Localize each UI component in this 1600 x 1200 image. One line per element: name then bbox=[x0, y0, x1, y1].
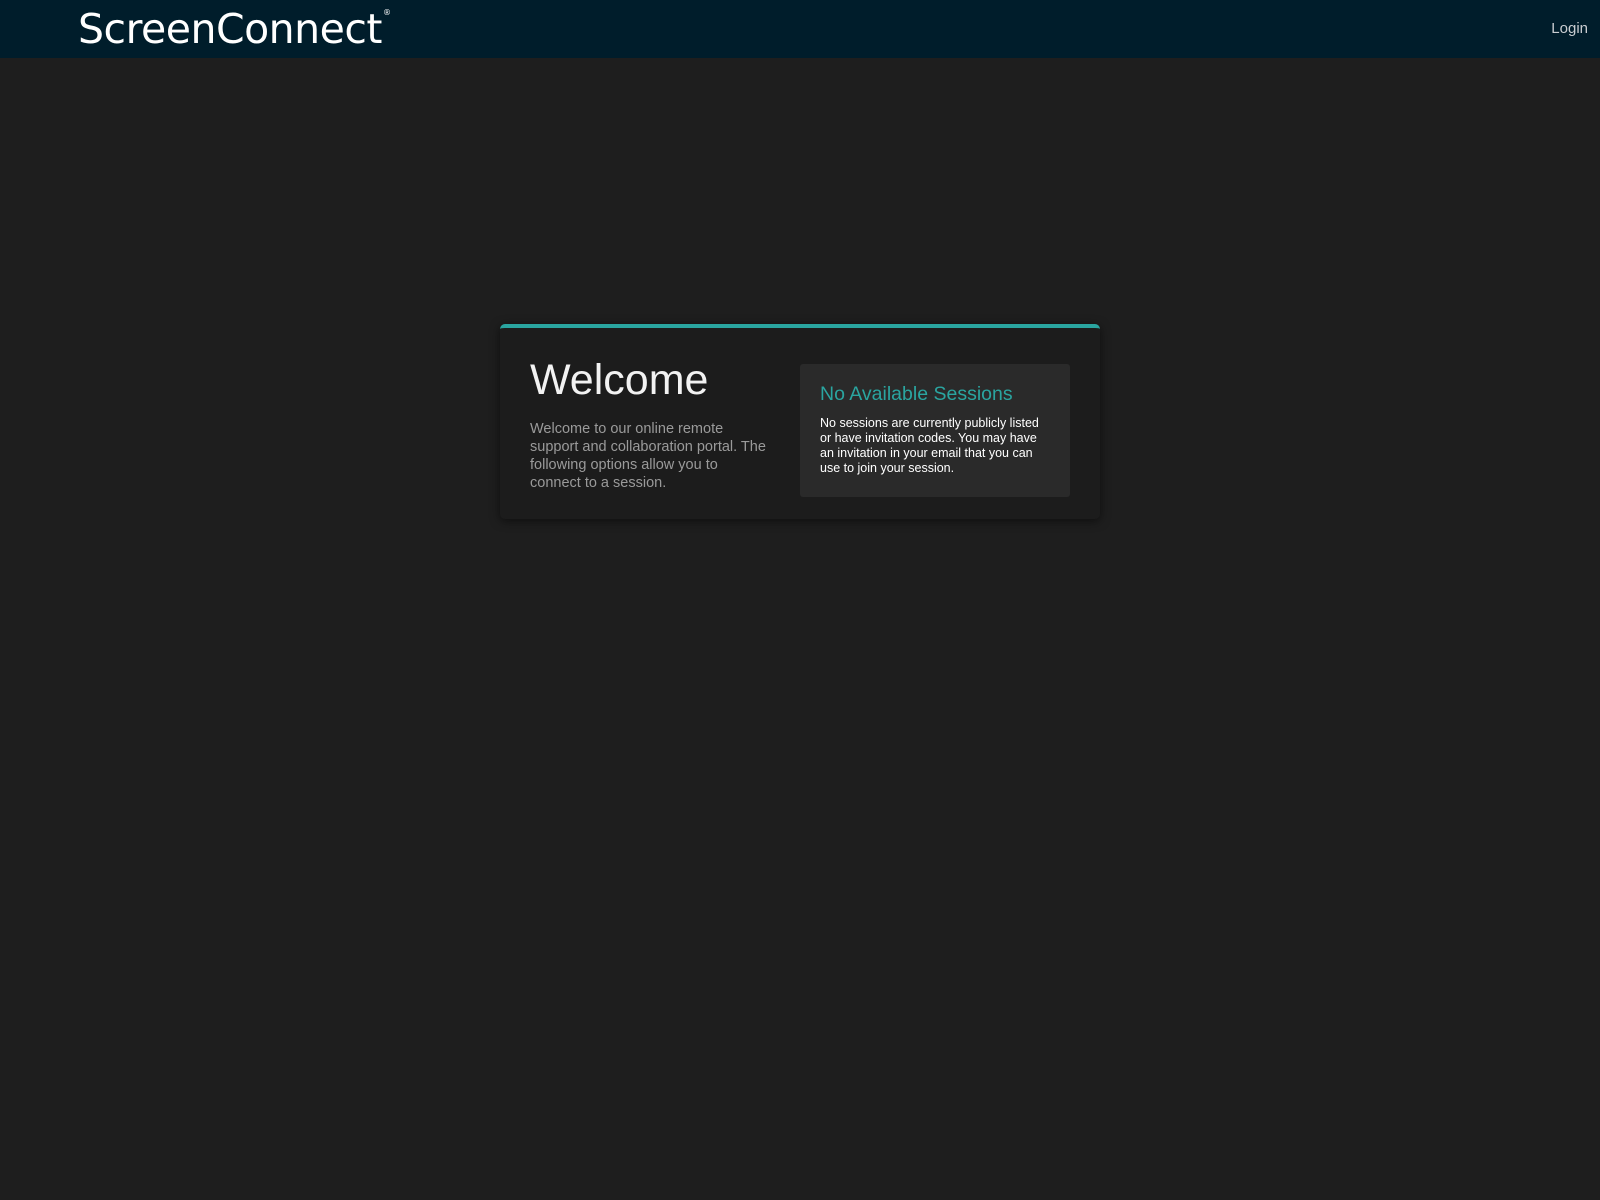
logo-text: ScreenConnect bbox=[78, 5, 382, 53]
login-link[interactable]: Login bbox=[1551, 20, 1588, 37]
welcome-card: Welcome Welcome to our online remote sup… bbox=[500, 324, 1100, 519]
screenconnect-logo[interactable]: ScreenConnect® bbox=[78, 2, 391, 56]
welcome-description: Welcome to our online remote support and… bbox=[530, 421, 766, 491]
registered-mark: ® bbox=[382, 8, 391, 17]
no-sessions-title: No Available Sessions bbox=[820, 383, 1013, 405]
welcome-title: Welcome bbox=[530, 356, 709, 404]
top-header: ScreenConnect® Login bbox=[0, 0, 1600, 58]
no-sessions-message: No sessions are currently publicly liste… bbox=[820, 416, 1039, 476]
sessions-panel: No Available Sessions No sessions are cu… bbox=[800, 364, 1070, 497]
